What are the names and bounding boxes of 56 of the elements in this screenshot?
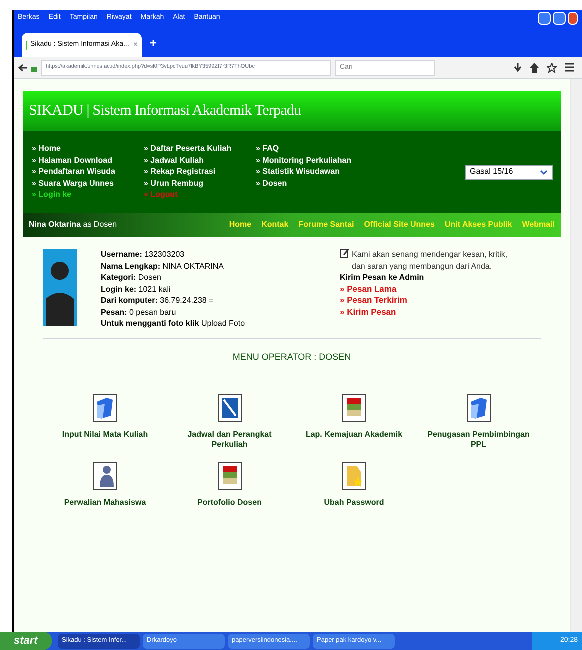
menu-link[interactable]: Input Nilai Mata Kuliah bbox=[62, 430, 148, 440]
menu-link[interactable]: Perwalian Mahasiswa bbox=[64, 498, 146, 508]
menu-link[interactable]: Portofolio Dosen bbox=[198, 498, 262, 508]
books-icon[interactable] bbox=[218, 462, 242, 490]
maximize-button[interactable] bbox=[553, 12, 566, 25]
menu-icon[interactable] bbox=[565, 62, 574, 72]
scrollbar[interactable] bbox=[570, 79, 582, 632]
profile-field: Pesan: 0 pesan baru bbox=[101, 306, 316, 318]
nav-link[interactable]: » Monitoring Perkuliahan bbox=[256, 154, 368, 166]
edit-note-icon bbox=[340, 249, 350, 258]
menu-title: MENU OPERATOR : DOSEN bbox=[232, 350, 352, 364]
nav-link[interactable]: » Login ke bbox=[32, 189, 144, 201]
nav-link[interactable]: » Rekap Registrasi bbox=[144, 166, 256, 178]
nav-link[interactable]: » Daftar Peserta Kuliah bbox=[144, 143, 256, 155]
profile-field: Username: 132303203 bbox=[101, 249, 316, 260]
nav-link[interactable]: » Home bbox=[32, 143, 144, 155]
nav-link[interactable]: » FAQ bbox=[256, 143, 368, 155]
dropdown-icon bbox=[540, 168, 548, 176]
message-link[interactable]: » Pesan Lama bbox=[340, 284, 510, 295]
menu-link[interactable]: Lap. Kemajuan Akademik bbox=[306, 430, 403, 440]
photo-hint: Untuk mengganti foto klik Upload Foto bbox=[101, 318, 246, 330]
nav-link[interactable]: » Pendaftaran Wisuda bbox=[32, 166, 144, 178]
folder-icon[interactable] bbox=[93, 394, 118, 422]
menu-link[interactable]: Jadwal dan Perangkat Perkuliah bbox=[174, 430, 285, 450]
document-icon[interactable] bbox=[218, 394, 242, 422]
message-link[interactable]: » Kirim Pesan bbox=[340, 306, 510, 318]
new-tab-button[interactable]: + bbox=[150, 34, 158, 52]
nav-link[interactable]: » Urun Rembug bbox=[144, 178, 256, 190]
upload-photo-link[interactable]: Upload Foto bbox=[201, 319, 246, 328]
profile-field: Login ke: 1021 kali bbox=[101, 284, 316, 295]
menu-link[interactable]: Penugasan Pembimbingan PPL bbox=[424, 430, 534, 450]
nav-link[interactable]: » Halaman Download bbox=[32, 154, 144, 166]
minimize-button[interactable] bbox=[538, 12, 551, 25]
start-button[interactable]: start bbox=[0, 632, 52, 650]
books-icon[interactable] bbox=[342, 394, 366, 422]
profile-field: Dari komputer: 36.79.24.238 = bbox=[101, 295, 316, 306]
nav-link[interactable]: » Statistik Wisudawan bbox=[256, 166, 368, 178]
message-link[interactable]: » Pesan Terkirim bbox=[340, 295, 510, 306]
menu-link[interactable]: Ubah Password bbox=[324, 498, 384, 508]
back-icon[interactable] bbox=[18, 64, 27, 72]
user-name: Nina Oktarina as Dosen bbox=[29, 219, 118, 231]
profile-field: Nama Lengkap: NINA OKTARINA bbox=[101, 260, 316, 272]
semester-select[interactable]: Gasal 15/16 bbox=[465, 164, 553, 180]
nav-link[interactable]: » Suara Warga Unnes bbox=[32, 178, 144, 190]
site-title: SIKADU | Sistem Informasi Akademik Terpadu bbox=[29, 102, 302, 121]
feedback-heading: Kirim Pesan ke Admin bbox=[340, 272, 426, 284]
star-icon[interactable] bbox=[547, 62, 557, 72]
close-button[interactable] bbox=[568, 12, 578, 25]
nav-link[interactable]: » Jadwal Kuliah bbox=[144, 154, 256, 166]
feedback-text: Kami akan senang mendengar kesan, kritik, dan saran yang membangun dari Anda. bbox=[352, 249, 509, 272]
tab-close-button[interactable]: × bbox=[133, 39, 138, 51]
person-icon[interactable] bbox=[93, 462, 118, 490]
download-icon[interactable] bbox=[514, 62, 522, 72]
folder-icon[interactable] bbox=[466, 394, 491, 422]
profile-field: Kategori: Dosen bbox=[101, 272, 316, 284]
nav-link[interactable]: » Dosen bbox=[256, 178, 368, 190]
